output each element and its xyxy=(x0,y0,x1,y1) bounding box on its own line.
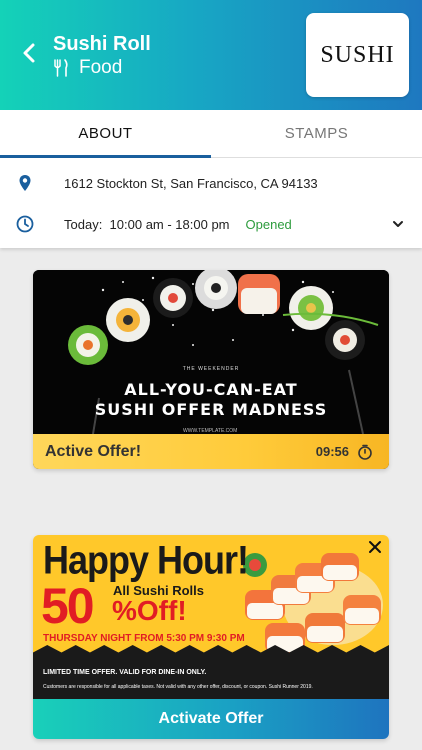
hours-row[interactable]: Today: 10:00 am - 18:00 pm Opened xyxy=(0,202,422,246)
open-status: Opened xyxy=(245,216,292,232)
offer-schedule: THURSDAY NIGHT FROM 5:30 PM 9:30 PM xyxy=(43,633,245,644)
store-title: Sushi Roll xyxy=(53,33,151,55)
tab-stamps[interactable]: STAMPS xyxy=(211,110,422,157)
discount-number: 50 xyxy=(41,578,95,634)
store-category: Food xyxy=(53,57,122,79)
offer-banner-image: THE WEEKENDER ALL-YOU-CAN-EAT SUSHI OFFE… xyxy=(33,270,389,435)
happy-hour-offer-card[interactable]: Happy Hour! 50 All Sushi Rolls %Off! THU… xyxy=(33,535,389,739)
stopwatch-icon xyxy=(358,444,372,460)
address-text: 1612 Stockton St, San Francisco, CA 9413… xyxy=(64,175,318,191)
happy-hour-banner: Happy Hour! 50 All Sushi Rolls %Off! THU… xyxy=(33,535,389,699)
offer-timer: 09:56 xyxy=(316,444,373,460)
percent-off-text: %Off! xyxy=(112,595,187,626)
store-logo-text: SUSHI xyxy=(320,41,395,68)
fork-knife-icon xyxy=(54,59,68,77)
app-header: Sushi Roll Food SUSHI xyxy=(0,0,422,110)
limited-offer-text: LIMITED TIME OFFER. VALID FOR DINE-IN ON… xyxy=(43,669,207,676)
offer-disclaimer: Customers are responsible for all applic… xyxy=(43,684,313,690)
hours-value: 10:00 am - 18:00 pm xyxy=(109,216,230,232)
active-offer-bar: Active Offer! 09:56 xyxy=(33,434,389,469)
chevron-left-icon xyxy=(23,43,35,63)
store-logo: SUSHI xyxy=(306,13,409,97)
active-offer-label: Active Offer! xyxy=(45,442,142,460)
offer-headline-line2: SUSHI OFFER MADNESS xyxy=(94,400,328,419)
offer-timer-value: 09:56 xyxy=(315,444,349,459)
happy-hour-title: Happy Hour! xyxy=(43,537,249,583)
hours-text: Today: 10:00 am - 18:00 pm Opened xyxy=(64,217,292,232)
offer-kicker: THE WEEKENDER xyxy=(182,366,240,372)
chevron-down-icon[interactable] xyxy=(392,219,404,229)
activate-offer-button[interactable]: Activate Offer xyxy=(33,699,389,739)
address-row[interactable]: 1612 Stockton St, San Francisco, CA 9413… xyxy=(0,161,422,205)
store-category-label: Food xyxy=(79,57,123,78)
offer-headline-line1: ALL-YOU-CAN-EAT xyxy=(124,380,298,399)
clock-icon xyxy=(16,215,34,233)
offer-headline: ALL-YOU-CAN-EAT SUSHI OFFER MADNESS xyxy=(33,380,389,420)
tab-bar: ABOUT STAMPS xyxy=(0,110,422,158)
location-pin-icon xyxy=(19,175,31,191)
store-info-panel: 1612 Stockton St, San Francisco, CA 9413… xyxy=(0,158,422,248)
close-icon[interactable] xyxy=(367,539,383,555)
back-button[interactable] xyxy=(18,40,42,66)
tab-about[interactable]: ABOUT xyxy=(0,110,211,158)
active-offer-card[interactable]: THE WEEKENDER ALL-YOU-CAN-EAT SUSHI OFFE… xyxy=(33,270,389,469)
hours-label: Today: xyxy=(64,216,103,232)
